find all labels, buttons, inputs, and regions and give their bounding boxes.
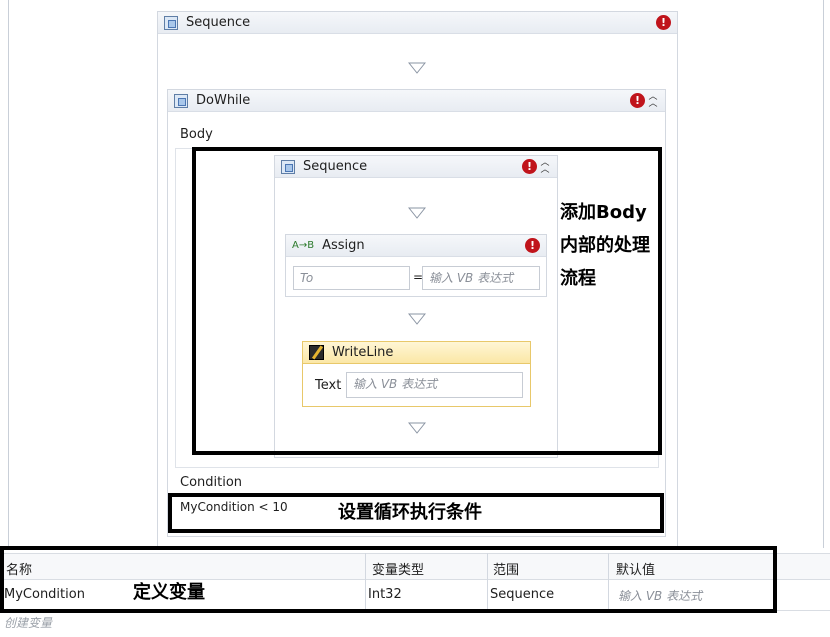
workflow-designer: Sequence ! DoWhile ! ︿︿ Body Sequence ! — [0, 0, 830, 637]
sequence-icon — [164, 15, 178, 30]
right-divider — [823, 0, 824, 548]
dowhile-header[interactable]: DoWhile ! ︿ ︿ — [168, 90, 665, 112]
body-annotation-line: 内部的处理 — [560, 235, 650, 256]
condition-annotation: 设置循环执行条件 — [338, 502, 482, 523]
outer-sequence-title: Sequence — [186, 15, 251, 30]
drop-arrow-icon[interactable] — [408, 62, 426, 74]
condition-label: Condition — [180, 475, 243, 490]
error-icon[interactable]: ! — [630, 93, 645, 108]
body-label: Body — [180, 127, 213, 142]
dowhile-title: DoWhile — [196, 93, 251, 108]
body-annotation-line: 添加Body — [560, 202, 647, 223]
left-divider — [8, 0, 9, 548]
create-variable-link[interactable]: 创建变量 — [4, 614, 52, 631]
variable-annotation: 定义变量 — [133, 582, 205, 603]
body-annotation-box — [192, 147, 662, 455]
dowhile-icon — [174, 93, 188, 108]
variable-annotation-box — [0, 546, 777, 613]
outer-sequence-header[interactable]: Sequence ! — [158, 12, 677, 34]
body-annotation-line: 流程 — [560, 268, 596, 289]
collapse-icon[interactable]: ︿ ︿ — [647, 92, 659, 108]
error-icon[interactable]: ! — [656, 15, 671, 30]
body-annotation: 添加Body 内部的处理 流程 — [560, 196, 650, 295]
